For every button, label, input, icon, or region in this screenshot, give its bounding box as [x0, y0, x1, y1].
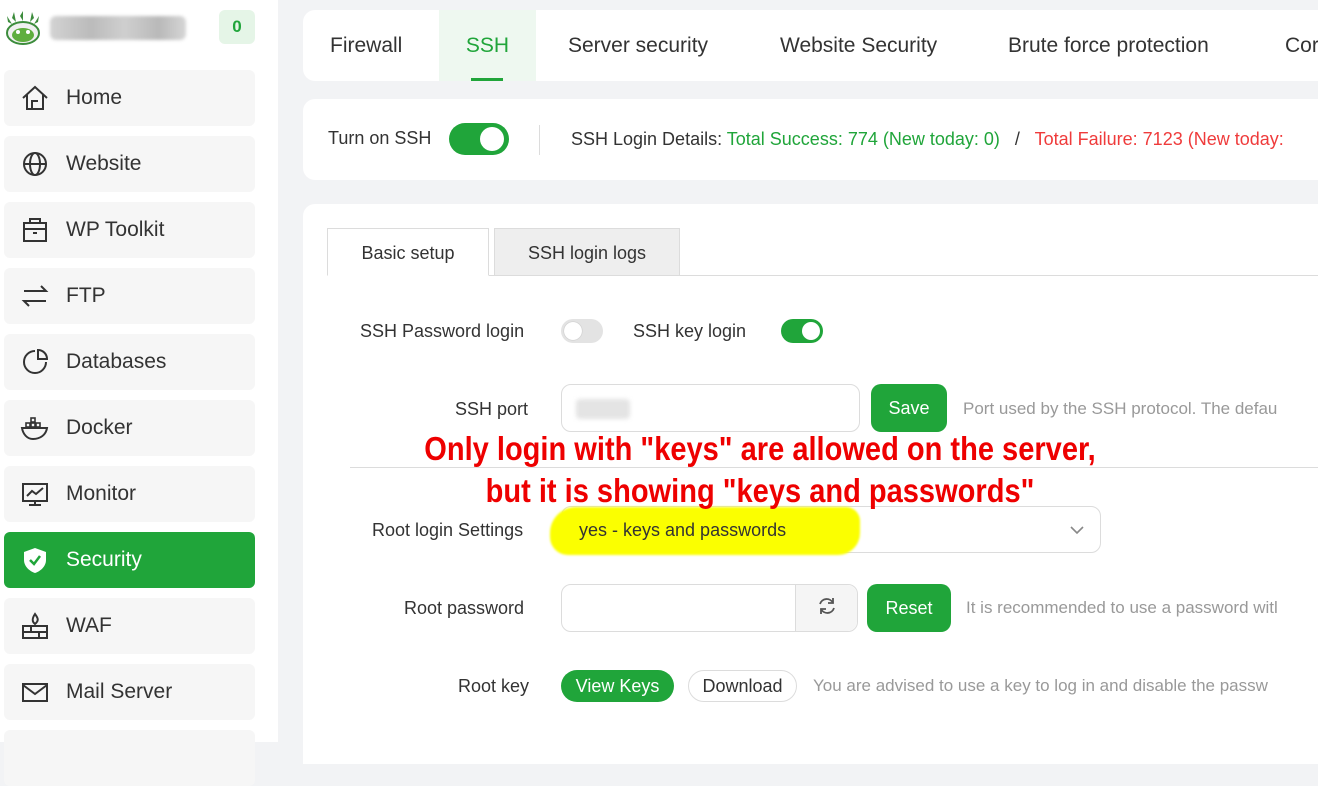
- ssh-status-bar: Turn on SSH SSH Login Details: Total Suc…: [303, 99, 1318, 180]
- root-login-value: yes - keys and passwords: [579, 520, 787, 540]
- home-icon: [19, 82, 51, 114]
- key-login-label: SSH key login: [633, 321, 747, 341]
- sidebar-item-next[interactable]: [4, 730, 255, 786]
- reset-password-button[interactable]: Reset: [867, 584, 951, 632]
- root-key-hint: You are advised to use a key to log in a…: [813, 676, 1268, 695]
- sidebar-item-label: Docker: [66, 416, 133, 439]
- toolkit-icon: [19, 214, 51, 246]
- annotation-overlay: Only login with "keys" are allowed on th…: [408, 428, 1112, 512]
- sidebar-item-mail-server[interactable]: Mail Server: [4, 664, 255, 720]
- ssh-port-input[interactable]: [561, 384, 860, 432]
- refresh-icon: [816, 595, 838, 622]
- sidebar: 0 Home Website WP Toolkit FTP Databases: [0, 0, 278, 786]
- monitor-icon: [19, 478, 51, 510]
- toggle-knob: [480, 127, 504, 151]
- toggle-knob: [802, 322, 820, 340]
- sidebar-item-monitor[interactable]: Monitor: [4, 466, 255, 522]
- sidebar-item-label: Security: [66, 548, 142, 571]
- ssh-login-details: SSH Login Details: Total Success: 774 (N…: [571, 129, 1284, 150]
- ssh-enable-toggle[interactable]: [449, 123, 509, 155]
- port-value-redacted: [576, 399, 630, 419]
- sidebar-item-label: FTP: [66, 284, 106, 307]
- login-failure-count[interactable]: Total Failure: 7123 (New today:: [1035, 129, 1284, 149]
- subtab-basic-setup[interactable]: Basic setup: [327, 228, 489, 276]
- sidebar-item-label: WP Toolkit: [66, 218, 165, 241]
- annotation-line-1: Only login with "keys" are allowed on th…: [424, 430, 1096, 467]
- login-details-label: SSH Login Details:: [571, 129, 723, 149]
- globe-icon: [19, 148, 51, 180]
- sidebar-item-security[interactable]: Security: [4, 532, 255, 588]
- sidebar-item-label: Home: [66, 86, 123, 109]
- sidebar-item-databases[interactable]: Databases: [4, 334, 255, 390]
- sidebar-item-docker[interactable]: Docker: [4, 400, 255, 456]
- tab-ssh[interactable]: SSH: [439, 10, 536, 81]
- toggle-knob: [564, 322, 582, 340]
- key-login-toggle[interactable]: [781, 319, 823, 343]
- tab-website-security[interactable]: Website Security: [780, 10, 937, 81]
- logo-icon[interactable]: [4, 10, 42, 46]
- sidebar-item-label: Monitor: [66, 482, 137, 505]
- root-login-label: Root login Settings: [372, 520, 524, 540]
- tab-firewall[interactable]: Firewall: [330, 10, 402, 81]
- sidebar-item-label: Mail Server: [66, 680, 173, 703]
- transfer-icon: [19, 280, 51, 312]
- subtab-ssh-login-logs[interactable]: SSH login logs: [494, 228, 680, 276]
- sidebar-item-wp-toolkit[interactable]: WP Toolkit: [4, 202, 255, 258]
- tab-server-security[interactable]: Server security: [568, 10, 708, 81]
- tab-brute-force-protection[interactable]: Brute force protection: [1008, 10, 1209, 81]
- save-port-button[interactable]: Save: [871, 384, 947, 432]
- login-success-count[interactable]: Total Success: 774 (New today: 0): [727, 129, 1000, 149]
- port-hint: Port used by the SSH protocol. The defau: [963, 399, 1278, 418]
- docker-icon: [19, 412, 51, 444]
- ssh-port-label: SSH port: [455, 399, 529, 419]
- separator: /: [1014, 129, 1020, 149]
- regenerate-password-button[interactable]: [795, 585, 857, 631]
- chevron-down-icon: [1067, 520, 1087, 540]
- root-password-hint: It is recommended to use a password witl: [966, 598, 1278, 617]
- password-login-toggle[interactable]: [561, 319, 603, 343]
- security-tabs: Firewall SSH Server security Website Sec…: [303, 10, 1318, 81]
- sidebar-item-label: Website: [66, 152, 142, 175]
- sidebar-item-ftp[interactable]: FTP: [4, 268, 255, 324]
- server-name-redacted: [50, 16, 186, 40]
- sidebar-item-website[interactable]: Website: [4, 136, 255, 192]
- sidebar-item-waf[interactable]: WAF: [4, 598, 255, 654]
- view-keys-button[interactable]: View Keys: [561, 670, 674, 702]
- root-password-label: Root password: [404, 598, 525, 618]
- download-key-button[interactable]: Download: [688, 670, 797, 702]
- divider: [539, 125, 540, 155]
- tab-more[interactable]: Cor: [1285, 10, 1318, 81]
- sidebar-item-label: WAF: [66, 614, 112, 637]
- annotation-line-2: but it is showing "keys and passwords": [485, 472, 1035, 509]
- mail-icon: [19, 676, 51, 708]
- sidebar-item-home[interactable]: Home: [4, 70, 255, 126]
- brand-header: 0: [0, 0, 278, 56]
- root-key-label: Root key: [458, 676, 530, 696]
- ssh-toggle-label: Turn on SSH: [328, 128, 432, 148]
- firewall-icon: [19, 610, 51, 642]
- shield-icon: [19, 544, 51, 576]
- password-login-label: SSH Password login: [360, 321, 525, 341]
- database-icon: [19, 346, 51, 378]
- notification-badge[interactable]: 0: [219, 10, 255, 44]
- sidebar-item-label: Databases: [66, 350, 167, 373]
